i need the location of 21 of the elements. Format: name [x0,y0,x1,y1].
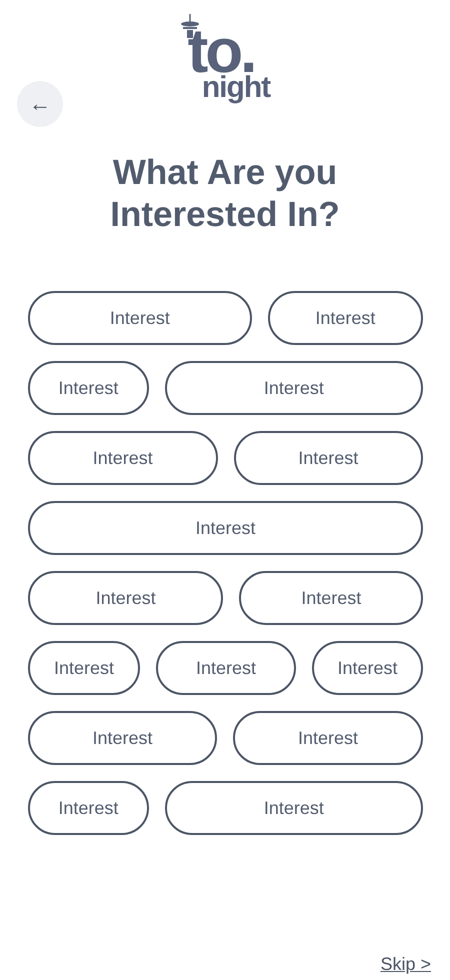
interest-chip[interactable]: Interest [233,711,423,765]
interest-chip[interactable]: Interest [28,781,149,835]
interest-chip[interactable]: Interest [164,361,423,415]
interest-chip[interactable]: Interest [28,501,423,555]
interest-chip[interactable]: Interest [239,571,423,625]
interest-chip[interactable]: Interest [312,641,423,695]
interest-chip[interactable]: Interest [156,641,296,695]
interest-chip[interactable]: Interest [28,291,252,345]
interest-chip[interactable]: Interest [28,711,218,765]
interest-chip[interactable]: Interest [164,781,423,835]
logo-text: night [202,74,270,102]
interest-chip[interactable]: Interest [268,291,423,345]
interest-chip[interactable]: Interest [28,431,218,485]
page-title: What Are you Interested In? [109,152,341,236]
interest-chip[interactable]: Interest [234,431,423,485]
skip-link[interactable]: Skip > [380,951,431,978]
logo-text: to. [188,30,254,74]
back-button[interactable]: ← [17,81,63,127]
interest-chip[interactable]: Interest [28,571,224,625]
interest-chip[interactable]: Interest [28,361,149,415]
interest-chip[interactable]: Interest [28,641,140,695]
